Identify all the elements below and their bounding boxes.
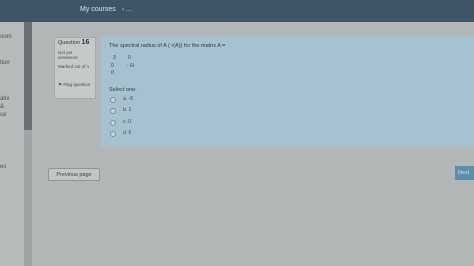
breadcrumb-my-courses[interactable]: My courses	[80, 6, 116, 13]
option-a-label: a. -6	[123, 96, 134, 102]
radio-b[interactable]	[110, 108, 116, 114]
answer-status: Not yet answered	[58, 49, 78, 61]
radio-d[interactable]	[110, 131, 116, 137]
next-page-button[interactable]: Next	[455, 166, 474, 180]
breadcrumb: My courses › ...	[80, 6, 132, 13]
option-b-label: b. 1	[123, 107, 132, 113]
question-number-value: 16	[81, 39, 90, 46]
previous-page-button[interactable]: Previous page	[48, 168, 100, 181]
sidebar-item-6[interactable]: es	[0, 164, 6, 171]
question-number: Question 16	[58, 39, 92, 47]
select-one-label: Select one:	[109, 87, 137, 93]
matrix-cell: 0	[128, 55, 131, 61]
flag-icon: ⚑	[58, 82, 63, 87]
sidebar-item-3[interactable]: atix	[0, 96, 9, 103]
sidebar-item-2[interactable]: tion	[0, 60, 10, 67]
sidebar-item-1[interactable]: oom	[0, 34, 12, 41]
matrix-cell: 0	[111, 70, 114, 76]
top-navbar: My courses › ...	[0, 0, 474, 22]
flag-label: Flag question	[63, 82, 91, 87]
question-label: Question	[58, 40, 81, 46]
radio-a[interactable]	[110, 97, 116, 103]
flag-question-button[interactable]: ⚑ Flag question	[58, 82, 90, 88]
sidebar-scrollbar[interactable]	[24, 22, 32, 130]
radio-c[interactable]	[110, 120, 116, 126]
question-panel: The spectral radius of A ( r(A)) for the…	[101, 36, 474, 147]
matrix-cell: 3	[113, 55, 116, 61]
marked-out-of: Marked out of 1	[58, 63, 90, 69]
question-text: The spectral radius of A ( r(A)) for the…	[109, 43, 226, 49]
matrix-cell: 0	[111, 63, 114, 69]
breadcrumb-tail: › ...	[121, 6, 132, 13]
sidebar-item-5[interactable]: ce	[0, 112, 6, 119]
left-sidebar: oom tion atix & ce es	[0, 22, 24, 266]
option-c-label: c. 0	[123, 119, 132, 125]
matrix-cell: - 6i	[127, 63, 134, 69]
question-info-box: Question 16 Not yet answered Marked out …	[54, 37, 96, 99]
sidebar-item-4[interactable]: &	[0, 104, 4, 111]
option-d-label: d. 6	[123, 130, 132, 136]
